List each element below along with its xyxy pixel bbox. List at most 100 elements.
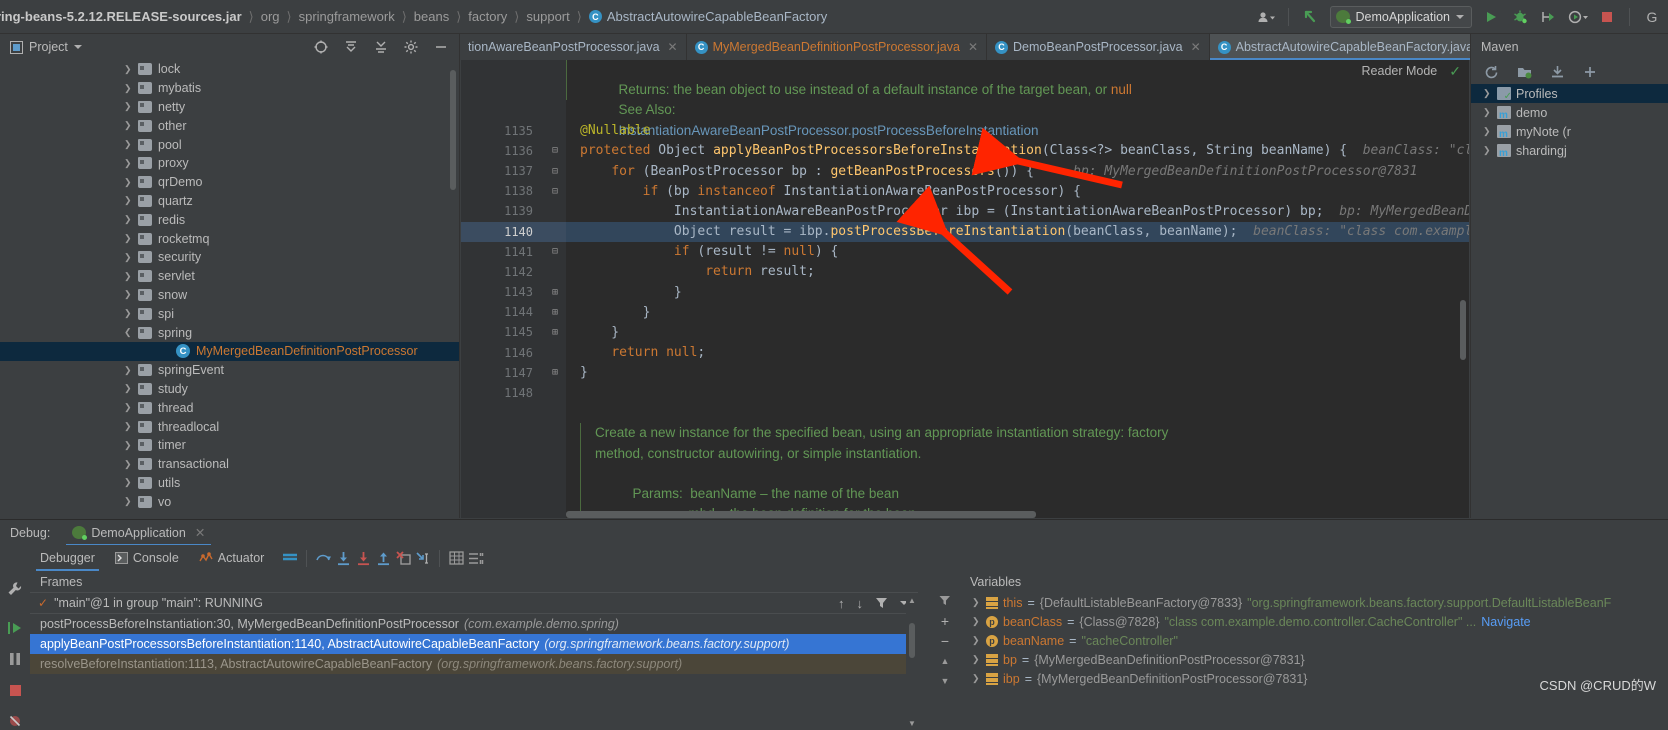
fold-marker[interactable] [544, 261, 566, 283]
refresh-icon[interactable] [1481, 62, 1501, 82]
code-editor[interactable]: Reader Mode ✓ Returns: the bean object t… [461, 60, 1469, 518]
editor-scrollbar[interactable] [1460, 300, 1466, 360]
breadcrumb-item-class[interactable]: AbstractAutowireCapableBeanFactory [607, 9, 827, 24]
breadcrumb-item-beans[interactable]: beans [414, 9, 449, 24]
tree-row[interactable]: ❯ quartz [0, 192, 459, 211]
tree-row[interactable]: ❯ transactional [0, 455, 459, 474]
chevron-right-icon[interactable]: ❯ [124, 422, 133, 431]
fold-marker[interactable] [544, 383, 566, 404]
tree-row[interactable]: ❯ thread [0, 398, 459, 417]
code-line-1138[interactable]: 1138 ⊟ if (bp instanceof InstantiationAw… [461, 181, 1469, 202]
code-line-1140-current[interactable]: 1140 Object result = ibp.postProcessBefo… [461, 221, 1469, 242]
chevron-right-icon[interactable]: ❯ [972, 673, 981, 684]
inspections-ok-icon[interactable]: ✓ [1449, 63, 1461, 80]
code-line-1141[interactable]: 1141 ⊟ if (result != null) { [461, 241, 1469, 262]
chevron-right-icon[interactable]: ❯ [124, 365, 133, 375]
tree-row[interactable]: ❯ netty [0, 98, 459, 117]
variables-pane[interactable]: + − ▲ ▼ Variables ❯ this = {DefaultLista… [930, 571, 1668, 730]
chevron-right-icon[interactable]: ❯ [1483, 126, 1492, 137]
variable-row-beanClass[interactable]: ❯ p beanClass = {Class@7828} "class com.… [960, 612, 1668, 631]
chevron-right-icon[interactable]: ❯ [124, 403, 133, 412]
breadcrumb-item-springframework[interactable]: springframework [299, 9, 395, 24]
target-icon[interactable] [311, 37, 331, 57]
user-icon[interactable] [1256, 7, 1276, 27]
pause-program-icon[interactable] [5, 651, 25, 668]
tree-row-spring[interactable]: ❮ spring [0, 323, 459, 342]
run-to-cursor-icon[interactable] [413, 548, 433, 568]
settings-list-icon[interactable] [466, 548, 486, 568]
chevron-right-icon[interactable]: ❯ [124, 440, 133, 450]
chevron-right-icon[interactable]: ❯ [124, 252, 133, 262]
navigate-link[interactable]: Navigate [1481, 615, 1530, 629]
chevron-right-icon[interactable]: ❯ [124, 121, 133, 130]
chevron-right-icon[interactable]: ❯ [1483, 107, 1492, 118]
minus-icon[interactable]: − [941, 634, 949, 648]
coverage-icon[interactable] [1568, 7, 1588, 27]
scroll-up-icon[interactable]: ▲ [906, 593, 918, 607]
arrow-up-icon[interactable]: ↑ [838, 596, 845, 611]
reader-mode-toggle[interactable]: Reader Mode ✓ [1353, 60, 1469, 82]
step-into-icon[interactable] [333, 548, 353, 568]
stop-icon[interactable] [1597, 7, 1617, 27]
step-out-icon[interactable] [373, 548, 393, 568]
tree-row[interactable]: ❯ other [0, 116, 459, 135]
step-over-icon[interactable] [313, 548, 333, 568]
code-line-1139[interactable]: 1139 InstantiationAwareBeanPostProcessor… [461, 201, 1469, 222]
thread-row[interactable]: ✓ "main"@1 in group "main": RUNNING ↑ ↓ [30, 593, 918, 614]
editor-tab-1[interactable]: C MyMergedBeanDefinitionPostProcessor.ja… [687, 34, 988, 60]
filter-icon[interactable] [875, 597, 888, 609]
frame-row-2[interactable]: resolveBeforeInstantiation:1113, Abstrac… [30, 654, 918, 674]
drop-frame-icon[interactable] [393, 548, 413, 568]
plus-icon[interactable] [1580, 62, 1600, 82]
fold-marker[interactable] [544, 342, 566, 363]
mute-breakpoints-icon[interactable] [5, 713, 25, 730]
arrow-down-icon[interactable]: ↓ [857, 596, 864, 611]
tree-row[interactable]: ❯ rocketmq [0, 229, 459, 248]
code-line-1145[interactable]: 1145 ⊞ } [461, 322, 1469, 343]
fold-marker[interactable] [544, 120, 566, 141]
chevron-right-icon[interactable]: ❯ [124, 140, 133, 149]
breadcrumb-item-org[interactable]: org [261, 9, 280, 24]
editor-tab-0[interactable]: tionAwareBeanPostProcessor.java ✕ [460, 34, 687, 60]
chevron-right-icon[interactable]: ❯ [124, 478, 133, 487]
project-panel-title[interactable]: Project [29, 40, 68, 54]
chevron-right-icon[interactable]: ❯ [124, 234, 133, 243]
project-scrollbar[interactable] [450, 70, 456, 190]
chevron-right-icon[interactable]: ❯ [1483, 145, 1492, 156]
chevron-right-icon[interactable]: ❯ [124, 497, 133, 506]
code-line-1142[interactable]: 1142 return result; [461, 261, 1469, 283]
chevron-right-icon[interactable]: ❯ [124, 196, 133, 205]
editor-tab-2[interactable]: C DemoBeanPostProcessor.java ✕ [987, 34, 1210, 60]
editor-horizontal-scrollbar[interactable] [566, 511, 1036, 518]
tree-row[interactable]: ❯ threadlocal [0, 417, 459, 436]
tree-row[interactable]: ❯ spi [0, 304, 459, 323]
close-icon[interactable]: ✕ [668, 40, 678, 54]
maven-tool-window[interactable]: ❯ Profiles ❯ demo ❯ myNote (r ❯ sharding… [1470, 60, 1668, 518]
close-icon[interactable]: ✕ [195, 525, 205, 540]
fold-marker[interactable]: ⊟ [544, 140, 566, 161]
chevron-right-icon[interactable]: ❯ [124, 102, 133, 111]
project-tree[interactable]: ❯ lock ❯ mybatis ❯ netty ❯ other ❯ pool ❯ prox… [0, 60, 460, 518]
chevron-down-icon[interactable]: ❮ [124, 328, 133, 337]
tree-row[interactable]: ❯ security [0, 248, 459, 267]
chevron-right-icon[interactable]: ❯ [124, 290, 133, 299]
code-line-1147[interactable]: 1147 ⊞ } [461, 362, 1469, 383]
tab-console[interactable]: Console [105, 545, 189, 571]
run-configuration-selector[interactable]: DemoApplication [1329, 5, 1472, 28]
fold-marker[interactable]: ⊞ [544, 362, 566, 383]
chevron-right-icon[interactable]: ❯ [124, 271, 133, 281]
tree-row-selected-class[interactable]: C MyMergedBeanDefinitionPostProcessor [0, 341, 459, 361]
tree-row[interactable]: ❯ proxy [0, 154, 459, 173]
stop-icon[interactable] [5, 682, 25, 699]
frames-pane[interactable]: Frames ✓ "main"@1 in group "main": RUNNI… [30, 571, 918, 730]
chevron-right-icon[interactable]: ❯ [124, 64, 133, 74]
rerun-icon[interactable] [1539, 7, 1559, 27]
fold-marker[interactable]: ⊟ [544, 160, 566, 182]
fold-marker[interactable]: ⊞ [544, 282, 566, 303]
tree-row[interactable]: ❯ pool [0, 135, 459, 154]
expand-all-icon[interactable] [371, 37, 391, 57]
plus-icon[interactable]: + [941, 614, 949, 628]
code-line-1148[interactable]: 1148 [461, 383, 1469, 404]
filter-icon[interactable] [939, 595, 951, 606]
code-line-1137[interactable]: 1137 ⊟ for (BeanPostProcessor bp : getBe… [461, 160, 1469, 182]
